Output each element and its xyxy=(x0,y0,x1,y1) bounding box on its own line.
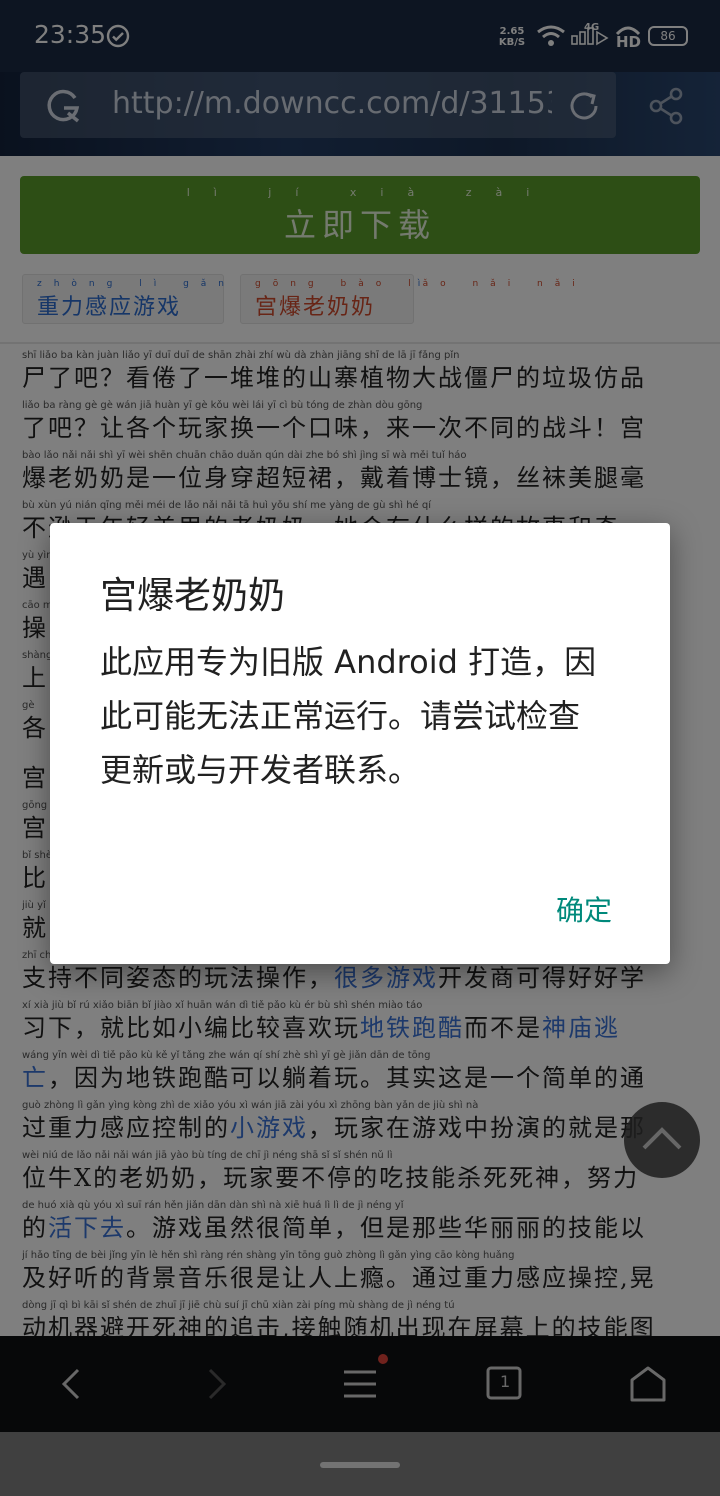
dialog-title: 宫爆老奶奶 xyxy=(100,574,285,617)
ok-button[interactable]: 确定 xyxy=(556,889,612,929)
compatibility-dialog: 宫爆老奶奶 此应用专为旧版 Android 打造，因此可能无法正常运行。请尝试检… xyxy=(50,523,670,964)
dialog-message: 此应用专为旧版 Android 打造，因此可能无法正常运行。请尝试检查更新或与开… xyxy=(100,643,597,789)
